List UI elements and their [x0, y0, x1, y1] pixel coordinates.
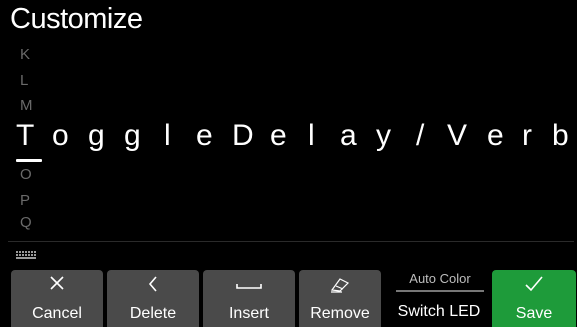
name-char[interactable]: /	[416, 119, 424, 153]
name-char[interactable]: D	[232, 119, 254, 153]
page-title: Customize	[10, 3, 143, 35]
keyboard-icon[interactable]	[16, 251, 38, 259]
name-char[interactable]: T	[16, 119, 34, 153]
auto-color-label: Auto Color	[409, 271, 471, 286]
name-char[interactable]: g	[124, 119, 141, 153]
name-char[interactable]: g	[88, 119, 105, 153]
save-label: Save	[515, 305, 553, 322]
chevron-left-icon	[107, 275, 199, 295]
space-icon	[203, 275, 295, 295]
checkmark-icon	[492, 275, 576, 295]
char-roller-below-3[interactable]: Q	[20, 214, 32, 231]
name-char[interactable]: b	[552, 119, 569, 153]
switch-led-button[interactable]: Switch LED	[386, 303, 492, 321]
remove-button[interactable]: Remove	[299, 270, 381, 327]
char-roller-below-1[interactable]: O	[20, 166, 32, 183]
cancel-label: Cancel	[32, 305, 82, 322]
divider	[8, 241, 574, 242]
remove-label: Remove	[310, 305, 370, 322]
insert-label: Insert	[228, 305, 269, 322]
save-button[interactable]: Save	[492, 270, 576, 327]
char-roller-above-3[interactable]: M	[20, 97, 33, 114]
char-roller-above-2[interactable]: L	[20, 72, 28, 89]
delete-button[interactable]: Delete	[107, 270, 199, 327]
cancel-button[interactable]: Cancel	[11, 270, 103, 327]
name-char[interactable]: e	[487, 119, 504, 153]
name-char[interactable]: r	[522, 119, 532, 153]
name-char[interactable]: V	[447, 119, 467, 153]
delete-label: Delete	[129, 305, 177, 322]
name-char[interactable]: y	[376, 119, 391, 153]
insert-button[interactable]: Insert	[203, 270, 295, 327]
eraser-icon	[299, 275, 381, 295]
name-char[interactable]: a	[340, 119, 357, 153]
char-roller-above-1[interactable]: K	[20, 46, 30, 63]
name-char[interactable]: e	[196, 119, 213, 153]
auto-color-indicator	[396, 290, 484, 292]
name-char[interactable]: e	[270, 119, 287, 153]
name-field[interactable]: T o g g l e D e l a y / V e r b	[16, 119, 576, 159]
close-icon	[11, 275, 103, 295]
name-char[interactable]: l	[308, 119, 315, 153]
char-roller-below-2[interactable]: P	[20, 192, 30, 209]
name-char[interactable]: l	[164, 119, 171, 153]
name-char[interactable]: o	[52, 119, 69, 153]
text-cursor	[16, 159, 42, 162]
